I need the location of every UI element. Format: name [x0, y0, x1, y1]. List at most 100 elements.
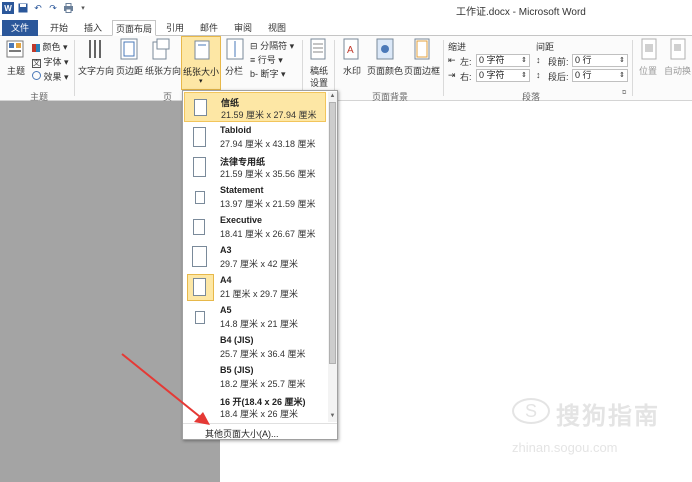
page-icon [195, 191, 205, 204]
spacing-after-value: 0 行 [575, 70, 592, 80]
draft-label-2: 设置 [310, 78, 329, 88]
indent-right-field[interactable]: 0 字符 ⇕ [476, 69, 530, 82]
group-divider [302, 40, 303, 96]
spacing-after-icon: ↕ [536, 70, 541, 80]
fonts-label: 字体 [43, 57, 62, 67]
paper-size-name: A5 [220, 305, 232, 315]
tab-references[interactable]: 引用 [160, 20, 190, 36]
effects-icon [32, 71, 41, 80]
paper-size-dims: 13.97 厘米 x 21.59 厘米 [220, 199, 316, 209]
fonts-button[interactable]: 文 字体 ▾ [32, 55, 69, 68]
page-icon [192, 246, 207, 267]
indent-right-label: 右: [460, 72, 472, 82]
window-title: 工作证.docx - Microsoft Word [456, 7, 586, 18]
spinner-icon[interactable]: ⇕ [521, 70, 527, 81]
spacing-before-label: 段前: [548, 57, 569, 67]
effects-button[interactable]: 效果 ▾ [32, 70, 69, 83]
watermark-url: zhinan.sogou.com [512, 440, 618, 455]
customize-icon[interactable]: ▾ [77, 2, 89, 14]
tab-page-layout[interactable]: 页面布局 [112, 20, 156, 36]
effects-label: 效果 [43, 72, 62, 82]
paper-size-item-tabloid[interactable]: Tabloid 27.94 厘米 x 43.18 厘米 [184, 122, 326, 152]
paper-size-dims: 21.59 厘米 x 27.94 厘米 [221, 110, 317, 120]
paper-size-name: Tabloid [220, 125, 252, 135]
hyphenation-button[interactable]: b- 断字 ▾ [250, 67, 286, 80]
themes-icon [6, 40, 24, 58]
wrap-text-icon [670, 38, 686, 60]
tab-file[interactable]: 文件 [2, 20, 38, 36]
scroll-thumb[interactable] [329, 102, 336, 364]
wrap-text-label: 自动换 [664, 66, 692, 76]
paper-size-name: B5 (JIS) [220, 365, 254, 375]
paper-size-item-a3[interactable]: A3 29.7 厘米 x 42 厘米 [184, 242, 326, 272]
paper-size-icon [194, 40, 210, 60]
paper-size-item-a5[interactable]: A5 14.8 厘米 x 21 厘米 [184, 302, 326, 332]
orientation-label: 纸张方向 [145, 66, 182, 76]
svg-text:A: A [347, 45, 354, 56]
page-icon [193, 127, 206, 147]
redo-icon[interactable]: ↷ [47, 2, 59, 14]
spacing-before-field[interactable]: 0 行 ⇕ [572, 54, 628, 67]
breaks-icon: ⊟ [250, 41, 258, 51]
columns-icon [226, 38, 244, 60]
tab-review[interactable]: 审阅 [228, 20, 258, 36]
dialog-launcher-icon[interactable]: ⧉ [622, 90, 626, 97]
themes-label: 主题 [7, 66, 26, 76]
orientation-icon [152, 38, 170, 60]
dropdown-scrollbar[interactable]: ▲ ▼ [328, 92, 337, 422]
paper-size-dims: 18.41 厘米 x 26.67 厘米 [220, 229, 316, 239]
ribbon-tabs: 文件 开始 插入 页面布局 引用 邮件 审阅 视图 [0, 18, 692, 36]
paper-size-dims: 18.4 厘米 x 26 厘米 [220, 409, 299, 419]
draft-paper-icon [310, 38, 326, 60]
watermark-label: 水印 [343, 66, 362, 76]
spinner-icon[interactable]: ⇕ [619, 70, 625, 81]
paper-size-item-letter[interactable]: 信纸 21.59 厘米 x 27.94 厘米 [184, 92, 326, 122]
indent-right-icon: ⇥ [448, 70, 456, 80]
spacing-title: 间距 [536, 42, 555, 52]
paper-size-name: Statement [220, 185, 264, 195]
line-numbers-label: 行号 [257, 55, 276, 65]
colors-button[interactable]: 颜色 ▾ [32, 40, 68, 53]
position-icon [641, 38, 657, 60]
tab-home[interactable]: 开始 [44, 20, 74, 36]
breaks-button[interactable]: ⊟ 分隔符 ▾ [250, 39, 294, 52]
spacing-after-label: 段后: [548, 72, 569, 82]
group-divider [443, 40, 444, 96]
save-icon[interactable] [17, 2, 29, 14]
tab-insert[interactable]: 插入 [78, 20, 108, 36]
tab-mailings[interactable]: 邮件 [194, 20, 224, 36]
tab-view[interactable]: 视图 [262, 20, 292, 36]
indent-left-field[interactable]: 0 字符 ⇕ [476, 54, 530, 67]
ribbon: 主题 颜色 ▾ 文 字体 ▾ 效果 ▾ 主题 文字方向 页边距 纸张方向 纸张大… [0, 36, 692, 102]
page-borders-icon [414, 38, 430, 60]
paper-size-button[interactable]: 纸张大小 ▾ [181, 36, 221, 90]
hyphenation-icon: b- [250, 69, 259, 79]
paper-size-item-legal[interactable]: 法律专用纸 21.59 厘米 x 35.56 厘米 [184, 152, 326, 182]
print-icon[interactable] [62, 2, 74, 14]
position-label: 位置 [639, 66, 658, 76]
page-icon [193, 219, 205, 235]
indent-title: 缩进 [448, 42, 467, 52]
indent-left-icon: ⇤ [448, 55, 456, 65]
undo-icon[interactable]: ↶ [32, 2, 44, 14]
indent-left-value: 0 字符 [479, 55, 505, 65]
line-numbers-button[interactable]: ≡ 行号 ▾ [250, 53, 283, 66]
paper-size-name: A4 [220, 275, 232, 285]
hyphenation-label: 断字 [260, 69, 279, 79]
page-color-label: 页面颜色 [367, 66, 404, 76]
indent-left-label: 左: [460, 57, 472, 67]
colors-icon [32, 43, 40, 52]
spinner-icon[interactable]: ⇕ [619, 55, 625, 66]
word-logo-icon[interactable]: W [2, 2, 14, 14]
watermark-text: 搜狗指南 [556, 403, 660, 430]
scroll-up-icon[interactable]: ▲ [328, 92, 337, 101]
spacing-after-field[interactable]: 0 行 ⇕ [572, 69, 628, 82]
paper-size-item-executive[interactable]: Executive 18.41 厘米 x 26.67 厘米 [184, 212, 326, 242]
paper-size-item-a4[interactable]: A4 21 厘米 x 29.7 厘米 [184, 272, 326, 302]
paper-size-item-statement[interactable]: Statement 13.97 厘米 x 21.59 厘米 [184, 182, 326, 212]
scroll-down-icon[interactable]: ▼ [328, 412, 337, 421]
paper-size-name: A3 [220, 245, 232, 255]
page-icon [193, 278, 206, 296]
spinner-icon[interactable]: ⇕ [521, 55, 527, 66]
fonts-icon: 文 [32, 59, 41, 68]
